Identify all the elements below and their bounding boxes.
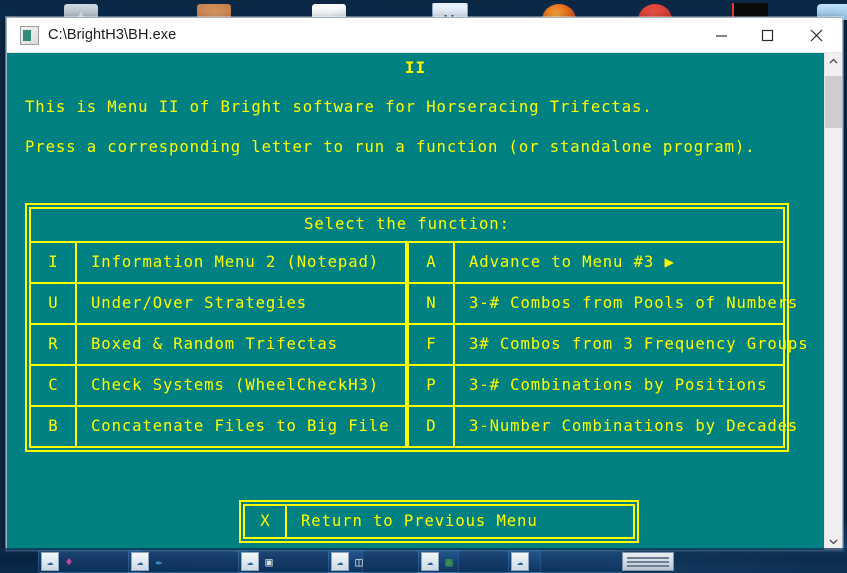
menu-item-c[interactable]: C Check Systems (WheelCheckH3)	[31, 366, 405, 407]
menu-key: R	[31, 325, 77, 364]
taskbar-item-4-thumb: ◫	[355, 554, 363, 569]
taskbar-app-icon: ☁	[41, 552, 59, 571]
menu-label: 3-# Combos from Pools of Numbers	[469, 293, 799, 312]
taskbar-app-icon: ☁	[131, 552, 149, 571]
close-button[interactable]	[790, 18, 842, 52]
window-controls	[698, 18, 842, 52]
console-app-icon	[20, 25, 39, 45]
menu-key: U	[31, 284, 77, 323]
taskbar-item-6[interactable]: ☁	[508, 550, 623, 573]
scrollbar-track[interactable]	[825, 70, 842, 533]
menu-item-x[interactable]: X Return to Previous Menu	[245, 506, 633, 537]
menu-item-b[interactable]: B Concatenate Files to Big File	[31, 407, 405, 446]
menu-label: 3-# Combinations by Positions	[469, 375, 768, 394]
console-window: C:\BrightH3\BH.exe II This is Menu II of…	[6, 17, 843, 551]
minimize-button[interactable]	[698, 18, 744, 52]
menu-key: P	[409, 366, 455, 405]
menu-item-r[interactable]: R Boxed & Random Trifectas	[31, 325, 405, 366]
menu-item-u[interactable]: U Under/Over Strategies	[31, 284, 405, 325]
taskbar-app-icon: ☁	[331, 552, 349, 571]
menu-label: Information Menu 2 (Notepad)	[91, 252, 380, 271]
menu-key: A	[409, 243, 455, 282]
menu-key: D	[409, 407, 455, 446]
menu-label: Check Systems (WheelCheckH3)	[91, 375, 380, 394]
menu-item-f[interactable]: F 3# Combos from 3 Frequency Groups	[409, 325, 808, 366]
menu-item-i[interactable]: I Information Menu 2 (Notepad)	[31, 243, 405, 284]
menu-column-left: I Information Menu 2 (Notepad) U Under/O…	[31, 243, 407, 446]
console-screen[interactable]: II This is Menu II of Bright software fo…	[7, 53, 824, 550]
maximize-button[interactable]	[744, 18, 790, 52]
taskbar-item-2[interactable]: ☁ ✒	[128, 550, 249, 573]
menu-label: Boxed & Random Trifectas	[91, 334, 338, 353]
window-title: C:\BrightH3\BH.exe	[48, 27, 177, 43]
menu-label: Concatenate Files to Big File	[91, 416, 390, 435]
menu-key: C	[31, 366, 77, 405]
scrollbar-thumb[interactable]	[825, 76, 842, 128]
intro-line-1: This is Menu II of Bright software for H…	[25, 98, 653, 116]
taskbar[interactable]: ☁ ♦ ☁ ✒ ☁ ▣ ☁ ◫ ☁ ▦ ☁	[0, 548, 847, 573]
menu-label: 3-Number Combinations by Decades	[469, 416, 799, 435]
menu-column-right: A Advance to Menu #3 ▶ N 3-# Combos from…	[407, 243, 808, 446]
window-titlebar[interactable]: C:\BrightH3\BH.exe	[7, 18, 842, 53]
taskbar-item-1-thumb: ♦	[65, 554, 73, 569]
vertical-scrollbar[interactable]	[824, 53, 842, 550]
menu-key: B	[31, 407, 77, 446]
taskbar-item-1[interactable]: ☁ ♦	[38, 550, 141, 573]
menu-key: F	[409, 325, 455, 364]
menu-key: I	[31, 243, 77, 282]
menu-header-label: Select the function:	[31, 209, 783, 243]
menu-key: N	[409, 284, 455, 323]
taskbar-item-5-thumb: ▦	[445, 554, 453, 569]
menu-label: 3# Combos from 3 Frequency Groups	[469, 334, 809, 353]
menu-key: X	[245, 506, 287, 537]
return-menu-table: X Return to Previous Menu	[239, 500, 639, 543]
function-menu-table: Select the function: I Information Menu …	[25, 203, 808, 452]
menu-item-n[interactable]: N 3-# Combos from Pools of Numbers	[409, 284, 797, 325]
menu-label: Return to Previous Menu	[301, 511, 538, 530]
intro-line-2: Press a corresponding letter to run a fu…	[25, 138, 756, 156]
show-desktop-button[interactable]	[622, 552, 674, 571]
scroll-up-button[interactable]	[825, 53, 842, 70]
console-area: II This is Menu II of Bright software fo…	[7, 53, 842, 550]
menu-heading: II	[404, 58, 427, 77]
taskbar-app-icon: ☁	[421, 552, 439, 571]
menu-item-p[interactable]: P 3-# Combinations by Positions	[409, 366, 783, 407]
menu-item-d[interactable]: D 3-Number Combinations by Decades	[409, 407, 797, 446]
menu-label: Advance to Menu #3 ▶	[469, 252, 675, 271]
taskbar-item-2-thumb: ✒	[155, 554, 163, 569]
taskbar-app-icon: ☁	[241, 552, 259, 571]
taskbar-app-icon: ☁	[511, 552, 529, 571]
menu-label: Under/Over Strategies	[91, 293, 308, 312]
taskbar-item-3-thumb: ▣	[265, 554, 273, 569]
screen: ⛰ W ● ⚙ C:\BrightH3\BH.exe	[0, 0, 847, 573]
menu-item-a[interactable]: A Advance to Menu #3 ▶	[409, 243, 783, 284]
